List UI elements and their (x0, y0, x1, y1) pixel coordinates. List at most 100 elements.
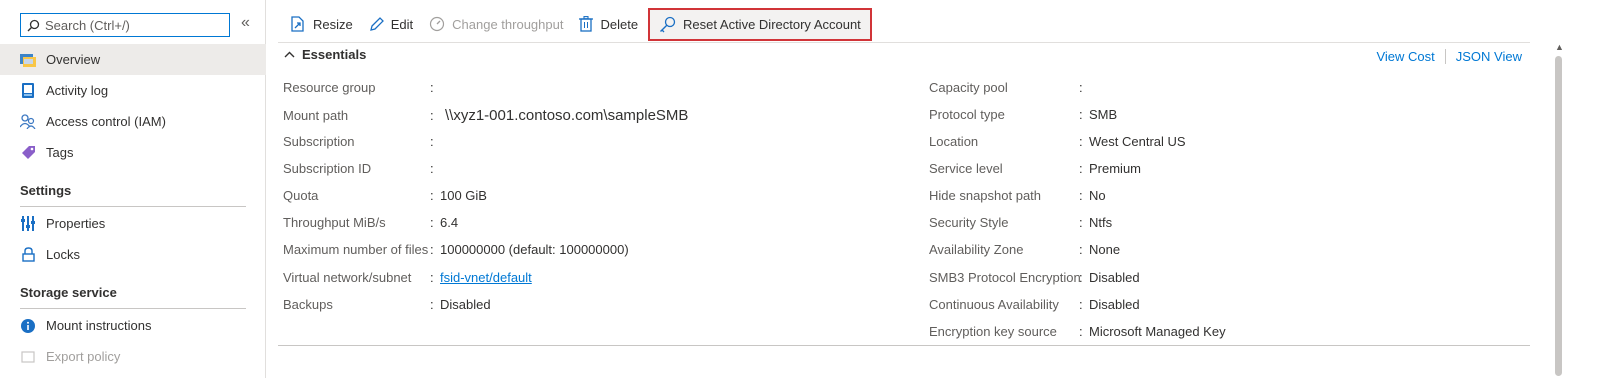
search-input[interactable] (45, 17, 225, 33)
property-value: Ntfs (1089, 214, 1113, 230)
property-label: Capacity pool (929, 79, 1008, 95)
pencil-icon (369, 16, 384, 32)
property-label: Hide snapshot path (929, 187, 1042, 203)
sidebar-item-label: Export policy (46, 349, 121, 364)
property-colon: : (430, 296, 434, 312)
sidebar-item-tags[interactable]: Tags (0, 137, 266, 168)
sidebar-item-label: Access control (IAM) (46, 114, 166, 129)
sidebar-item-mount-instructions[interactable]: Mount instructions (0, 310, 266, 341)
sidebar-item-access-control[interactable]: Access control (IAM) (0, 106, 266, 137)
sidebar-item-locks[interactable]: Locks (0, 239, 266, 270)
property-colon: : (430, 241, 434, 257)
property-colon: : (1079, 106, 1083, 122)
export-policy-icon (20, 349, 36, 365)
reset-active-directory-account-button[interactable]: Reset Active Directory Account (648, 7, 872, 41)
property-label: Location (929, 133, 979, 149)
property-location: Location : West Central US (929, 131, 1529, 151)
property-resource-group: Resource group : (283, 77, 903, 97)
lock-icon (20, 247, 36, 263)
resize-icon (290, 16, 306, 32)
divider (278, 42, 1530, 43)
edit-button[interactable]: Edit (361, 8, 421, 40)
sidebar-item-properties[interactable]: Properties (0, 208, 266, 239)
sidebar-item-overview[interactable]: Overview (0, 44, 266, 75)
property-backups: Backups : Disabled (283, 294, 903, 314)
change-throughput-button[interactable]: Change throughput (421, 8, 571, 40)
delete-button[interactable]: Delete (571, 8, 646, 40)
property-label: Throughput MiB/s (283, 214, 386, 230)
property-colon: : (430, 214, 434, 230)
property-label: Encryption key source (929, 323, 1057, 339)
delete-label: Delete (600, 16, 639, 32)
resize-button[interactable]: Resize (282, 8, 361, 40)
overview-icon (20, 52, 36, 68)
sidebar-item-label: Activity log (46, 83, 109, 98)
property-hide-snapshot-path: Hide snapshot path : No (929, 185, 1529, 205)
trash-icon (579, 16, 594, 32)
property-label: Backups (283, 296, 333, 312)
essentials-toggle[interactable]: Essentials (284, 47, 366, 62)
property-colon: : (430, 187, 434, 203)
sidebar-item-label: Locks (46, 247, 80, 262)
view-cost-link[interactable]: View Cost (1376, 49, 1434, 64)
sidebar-item-label: Properties (46, 216, 106, 231)
property-throughput: Throughput MiB/s : 6.4 (283, 212, 903, 232)
property-value: None (1089, 241, 1121, 257)
divider (1444, 49, 1446, 64)
property-value: Disabled (1089, 269, 1140, 285)
property-service-level: Service level : Premium (929, 158, 1529, 178)
divider (20, 308, 246, 309)
property-value: SMB (1089, 106, 1118, 122)
property-colon: : (1079, 133, 1083, 149)
properties-icon (20, 216, 36, 232)
property-label: Virtual network/subnet (283, 269, 412, 285)
virtual-network-link[interactable]: fsid-vnet/default (440, 270, 532, 285)
property-value: Premium (1089, 160, 1142, 176)
edit-label: Edit (390, 16, 414, 32)
property-colon: : (1079, 296, 1083, 312)
property-continuous-availability: Continuous Availability : Disabled (929, 294, 1529, 314)
essentials-title: Essentials (302, 47, 367, 62)
sidebar-item-export-policy[interactable]: Export policy (0, 341, 266, 372)
divider (278, 345, 1530, 346)
reset-active-directory-account-label: Reset Active Directory Account (683, 16, 861, 32)
property-label: Security Style (929, 214, 1009, 230)
sidebar: « Overview Activity log Access control (… (0, 0, 266, 378)
resize-label: Resize (313, 16, 353, 32)
property-protocol-type: Protocol type : SMB (929, 104, 1529, 124)
collapse-sidebar-icon[interactable]: « (241, 14, 250, 32)
json-view-link[interactable]: JSON View (1456, 49, 1522, 64)
property-security-style: Security Style : Ntfs (929, 212, 1529, 232)
info-icon (20, 318, 36, 334)
property-value: Disabled (1089, 296, 1140, 312)
scroll-thumb[interactable] (1555, 56, 1562, 376)
property-label: Subscription (283, 133, 355, 149)
divider (20, 206, 246, 207)
property-value: Disabled (440, 296, 491, 312)
property-label: Maximum number of files (283, 241, 429, 257)
property-value: 100000000 (default: 100000000) (440, 241, 629, 257)
storage-service-section-header: Storage service (20, 285, 117, 300)
property-virtual-network-subnet: Virtual network/subnet : fsid-vnet/defau… (283, 267, 903, 287)
property-label: Service level (929, 160, 1003, 176)
property-colon: : (1079, 241, 1083, 257)
property-capacity-pool: Capacity pool : (929, 77, 1529, 97)
property-quota: Quota : 100 GiB (283, 185, 903, 205)
property-value: \\xyz1-001.contoso.com\sampleSMB (445, 106, 689, 124)
property-colon: : (1079, 79, 1083, 95)
property-colon: : (430, 133, 434, 149)
property-value: 6.4 (440, 214, 459, 230)
property-value: 100 GiB (440, 187, 487, 203)
iam-icon (20, 114, 36, 130)
key-icon (659, 16, 676, 33)
search-box[interactable] (20, 13, 230, 37)
property-value: fsid-vnet/default (440, 270, 532, 285)
command-bar: Resize Edit Change throughput Delete Res… (282, 7, 872, 41)
vertical-scrollbar[interactable]: ▲ (1551, 40, 1567, 378)
sidebar-item-label: Overview (46, 52, 101, 67)
sidebar-item-activity-log[interactable]: Activity log (0, 75, 266, 106)
property-colon: : (430, 107, 434, 123)
property-availability-zone: Availability Zone : None (929, 239, 1529, 259)
property-label: Mount path (283, 107, 349, 123)
scroll-up-icon[interactable]: ▲ (1555, 42, 1564, 52)
